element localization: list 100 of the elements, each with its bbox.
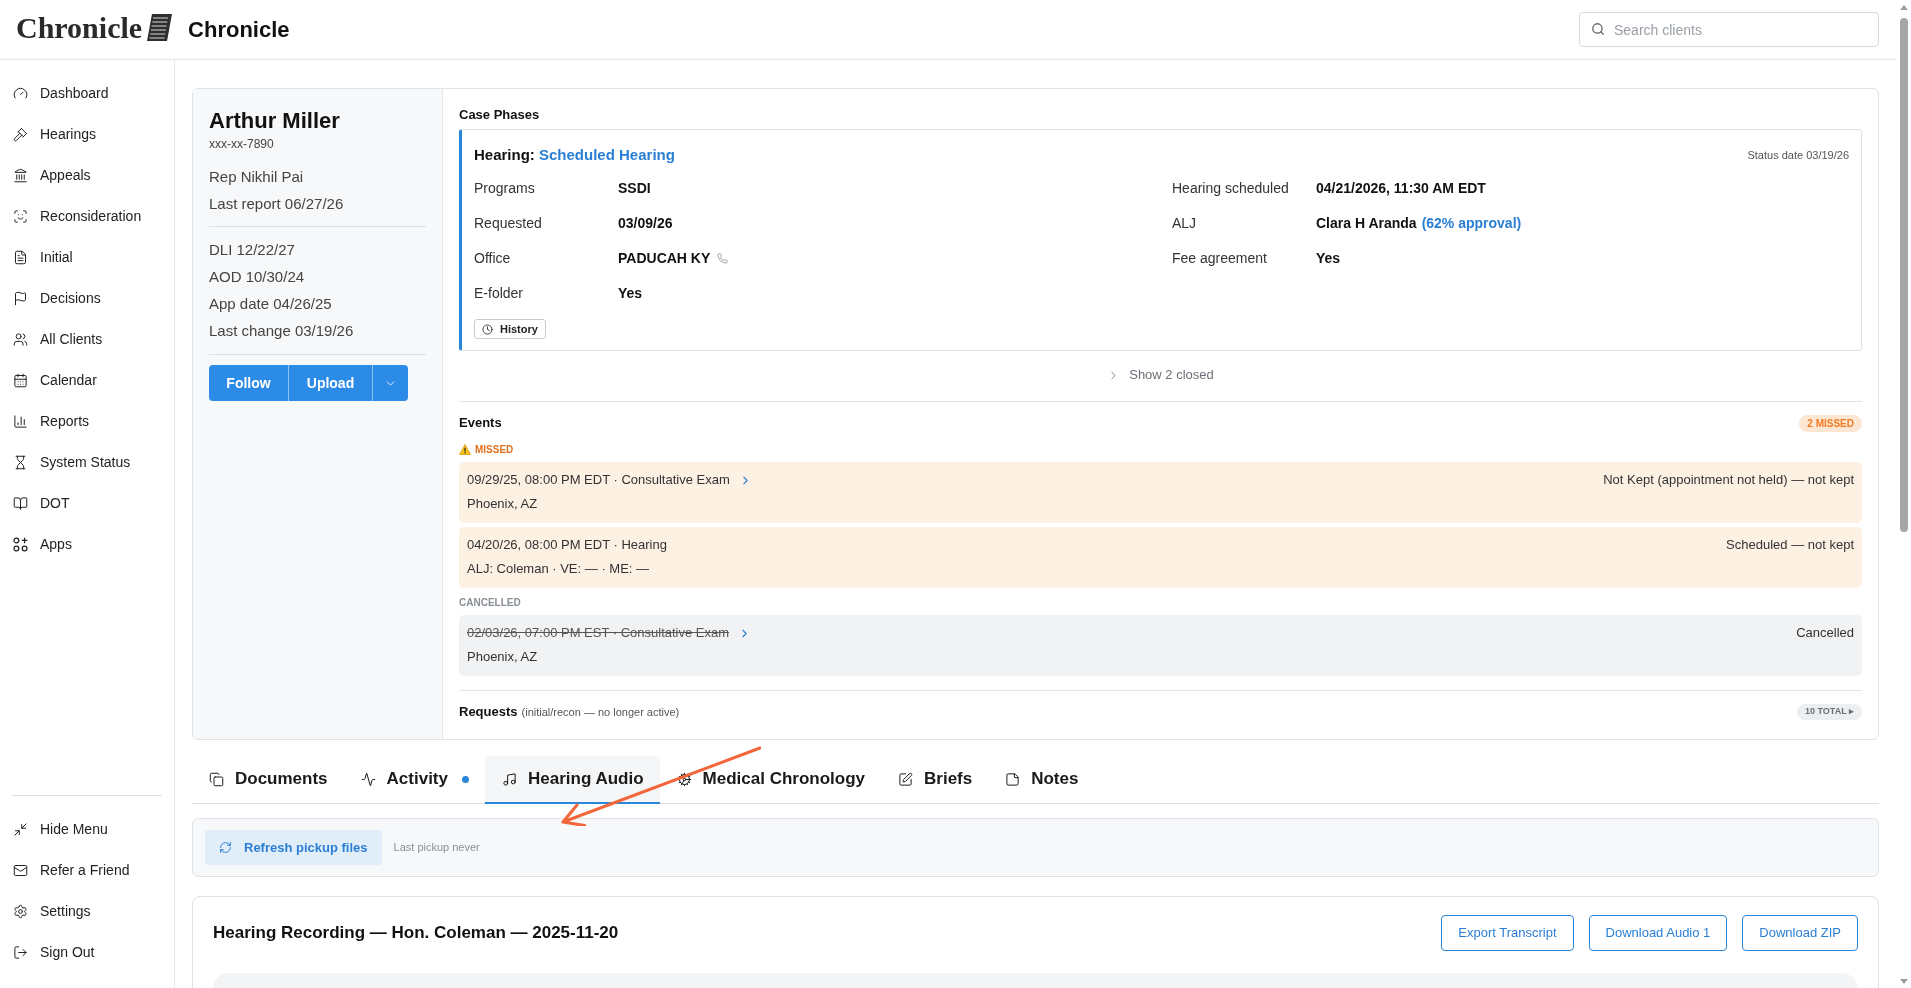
tab[interactable]: Hearing Audio bbox=[485, 756, 660, 804]
flag-icon bbox=[13, 291, 28, 306]
event-title: 02/03/26, 07:00 PM EST · Consultative Exam bbox=[467, 624, 730, 643]
sidebar-item[interactable]: Appeals bbox=[0, 155, 174, 196]
recording-title: Hearing Recording — Hon. Coleman — 2025-11-20 bbox=[213, 922, 619, 945]
bank-icon bbox=[13, 168, 28, 183]
show-closed-button[interactable]: Show 2 closed bbox=[1107, 365, 1214, 385]
sidebar-item[interactable]: Calendar bbox=[0, 360, 174, 401]
app-logo: Chronicle bbox=[16, 10, 143, 46]
field-label: Requested bbox=[474, 214, 543, 233]
pickup-note: Last pickup never bbox=[393, 840, 480, 856]
sidebar-item[interactable]: Dashboard bbox=[0, 73, 174, 114]
gavel-icon bbox=[13, 127, 28, 142]
download-zip-button[interactable]: Download ZIP bbox=[1742, 915, 1858, 951]
document-icon bbox=[13, 250, 28, 265]
section-title: Events bbox=[459, 414, 502, 433]
scroll-up-icon[interactable] bbox=[1900, 5, 1908, 10]
sidebar-item[interactable]: Reports bbox=[0, 401, 174, 442]
section-title: Requests bbox=[459, 703, 518, 722]
client-name: Arthur Miller bbox=[209, 107, 341, 135]
client-detail: AOD 10/30/24 bbox=[209, 267, 306, 287]
calendar-icon bbox=[13, 373, 28, 388]
tab[interactable]: Activity bbox=[343, 756, 485, 804]
field-label: Office bbox=[474, 249, 512, 268]
event-title: 04/20/26, 08:00 PM EDT · Hearing bbox=[467, 536, 667, 555]
phone-icon[interactable] bbox=[717, 253, 729, 264]
bar-chart-icon bbox=[13, 414, 28, 429]
sidebar-item[interactable]: Sign Out bbox=[0, 932, 174, 973]
field-label: Fee agreement bbox=[1172, 249, 1268, 268]
missed-count-badge: 2 MISSED bbox=[1799, 414, 1862, 432]
refresh-pickup-button[interactable]: Refresh pickup files bbox=[205, 830, 382, 865]
client-detail: Last change 03/19/26 bbox=[209, 321, 355, 341]
event-status: Cancelled bbox=[1796, 624, 1854, 643]
apps-grid-icon bbox=[13, 537, 28, 552]
client-detail: Rep Nikhil Pai bbox=[209, 167, 305, 187]
app-title: Chronicle bbox=[188, 16, 290, 44]
warning-icon bbox=[459, 444, 471, 455]
book-icon bbox=[13, 496, 28, 511]
section-title: Case Phases bbox=[459, 106, 541, 124]
copy-icon bbox=[209, 771, 224, 787]
follow-button[interactable]: Follow bbox=[209, 365, 289, 401]
mail-icon bbox=[13, 863, 28, 878]
event-title: 09/29/25, 08:00 PM EDT · Consultative Exam bbox=[467, 471, 730, 490]
field-value: 03/09/26 bbox=[618, 214, 673, 233]
search-field[interactable]: Search clients bbox=[1579, 12, 1879, 47]
refresh-icon bbox=[219, 841, 232, 854]
clock-icon bbox=[482, 323, 493, 335]
client-detail: DLI 12/22/27 bbox=[209, 240, 296, 260]
face-scan-icon bbox=[13, 209, 28, 224]
sidebar-item[interactable]: Apps bbox=[0, 524, 174, 565]
music-note-icon bbox=[502, 771, 517, 787]
sidebar-item[interactable]: Reconsideration bbox=[0, 196, 174, 237]
field-value: Yes bbox=[1316, 249, 1341, 268]
gauge-icon bbox=[13, 86, 28, 101]
field-value: Clara H Aranda bbox=[1316, 214, 1417, 233]
event-group-label: MISSED bbox=[475, 443, 514, 457]
event-group-label: CANCELLED bbox=[459, 596, 521, 610]
client-detail: App date 04/26/25 bbox=[209, 294, 333, 314]
section-note: (initial/recon — no longer active) bbox=[521, 705, 680, 721]
sidebar-item[interactable]: Refer a Friend bbox=[0, 850, 174, 891]
settings-icon bbox=[13, 904, 28, 919]
tab[interactable]: Notes bbox=[988, 756, 1095, 804]
collapse-arrows-icon bbox=[13, 822, 28, 837]
field-label: ALJ bbox=[1172, 214, 1198, 233]
tab[interactable]: Medical Chronology bbox=[659, 756, 881, 804]
event-status: Scheduled — not kept bbox=[1726, 536, 1854, 555]
total-count-badge[interactable]: 10 TOTAL ▸ bbox=[1797, 704, 1862, 720]
field-value: SSDI bbox=[618, 179, 651, 198]
pen-square-icon bbox=[898, 771, 913, 787]
search-icon bbox=[1591, 22, 1605, 36]
sidebar-item[interactable]: Settings bbox=[0, 891, 174, 932]
field-label: Programs bbox=[474, 179, 536, 198]
sidebar-item[interactable]: All Clients bbox=[0, 319, 174, 360]
status-date: Status date 03/19/26 bbox=[1747, 147, 1849, 163]
sidebar-item[interactable]: DOT bbox=[0, 483, 174, 524]
tab[interactable]: Documents bbox=[192, 756, 344, 804]
sidebar-item[interactable]: System Status bbox=[0, 442, 174, 483]
sign-out-icon bbox=[13, 945, 28, 960]
scroll-down-icon[interactable] bbox=[1900, 979, 1908, 984]
event-detail: Phoenix, AZ bbox=[467, 648, 539, 666]
scrollbar-thumb[interactable] bbox=[1900, 18, 1908, 532]
field-value: 04/21/2026, 11:30 AM EDT bbox=[1316, 179, 1486, 198]
sidebar-item[interactable]: Hearings bbox=[0, 114, 174, 155]
approval-link[interactable]: (62% approval) bbox=[1421, 213, 1522, 234]
client-ssn: xxx-xx-7890 bbox=[209, 136, 275, 152]
field-value: Yes bbox=[618, 284, 643, 303]
field-value: PADUCAH KY bbox=[618, 249, 711, 268]
sidebar-item[interactable]: Hide Menu bbox=[0, 809, 174, 850]
hourglass-icon bbox=[13, 455, 28, 470]
sidebar-item[interactable]: Decisions bbox=[0, 278, 174, 319]
download-audio-button[interactable]: Download Audio 1 bbox=[1588, 915, 1728, 951]
sidebar-item[interactable]: Initial bbox=[0, 237, 174, 278]
phase-heading: Hearing: Scheduled Hearing bbox=[474, 144, 675, 165]
tab[interactable]: Briefs bbox=[881, 756, 989, 804]
export-transcript-button[interactable]: Export Transcript bbox=[1441, 915, 1574, 951]
history-button[interactable]: History bbox=[474, 319, 546, 339]
sticky-note-icon bbox=[1005, 771, 1021, 787]
upload-button[interactable]: Upload bbox=[289, 365, 373, 401]
field-label: Hearing scheduled bbox=[1172, 179, 1290, 198]
pulse-icon bbox=[360, 771, 376, 787]
